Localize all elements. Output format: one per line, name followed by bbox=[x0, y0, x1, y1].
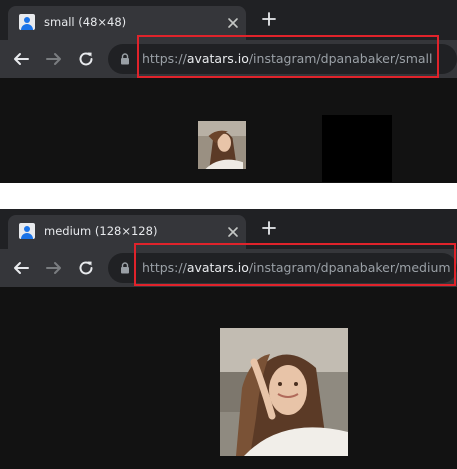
blank-image-area bbox=[322, 115, 392, 182]
back-arrow-icon[interactable] bbox=[12, 50, 30, 68]
address-bar[interactable]: https://avatars.io/instagram/dpanabaker/… bbox=[108, 44, 457, 74]
url-text: https://avatars.io/instagram/dpanabaker/… bbox=[142, 260, 451, 275]
toolbar: https://avatars.io/instagram/dpanabaker/… bbox=[0, 249, 457, 287]
url-text: https://avatars.io/instagram/dpanabaker/… bbox=[142, 51, 432, 66]
avatar-image-small bbox=[198, 121, 246, 169]
lock-icon bbox=[121, 53, 129, 65]
browser-window-small: small (48×48) https://avatars.io/instagr… bbox=[0, 0, 457, 183]
back-arrow-icon[interactable] bbox=[12, 259, 30, 277]
lock-icon bbox=[121, 262, 129, 274]
tab-strip: small (48×48) bbox=[0, 0, 457, 40]
plus-icon[interactable] bbox=[262, 221, 276, 235]
tab-medium[interactable]: medium (128×128) bbox=[8, 215, 246, 249]
tab-strip: medium (128×128) bbox=[0, 209, 457, 249]
url-scheme: https:// bbox=[142, 51, 187, 66]
tab-small[interactable]: small (48×48) bbox=[8, 6, 246, 40]
forward-arrow-icon[interactable] bbox=[45, 50, 63, 68]
close-icon[interactable] bbox=[226, 225, 240, 239]
url-path: /instagram/dpanabaker/medium bbox=[248, 260, 451, 275]
close-icon[interactable] bbox=[226, 16, 240, 30]
avatar-image-medium bbox=[220, 328, 348, 456]
url-host: avatars.io bbox=[186, 260, 249, 275]
reload-icon[interactable] bbox=[77, 259, 95, 277]
url-path: /instagram/dpanabaker/small bbox=[248, 51, 433, 66]
tab-title: medium (128×128) bbox=[44, 224, 158, 238]
address-bar[interactable]: https://avatars.io/instagram/dpanabaker/… bbox=[108, 253, 457, 283]
favicon-icon bbox=[19, 14, 35, 30]
toolbar: https://avatars.io/instagram/dpanabaker/… bbox=[0, 40, 457, 78]
reload-icon[interactable] bbox=[77, 50, 95, 68]
url-host: avatars.io bbox=[186, 51, 249, 66]
url-scheme: https:// bbox=[142, 260, 187, 275]
tab-title: small (48×48) bbox=[44, 15, 127, 29]
plus-icon[interactable] bbox=[262, 12, 276, 26]
forward-arrow-icon[interactable] bbox=[45, 259, 63, 277]
browser-window-medium: medium (128×128) https://avatars.io/inst… bbox=[0, 209, 457, 469]
favicon-icon bbox=[19, 223, 35, 239]
